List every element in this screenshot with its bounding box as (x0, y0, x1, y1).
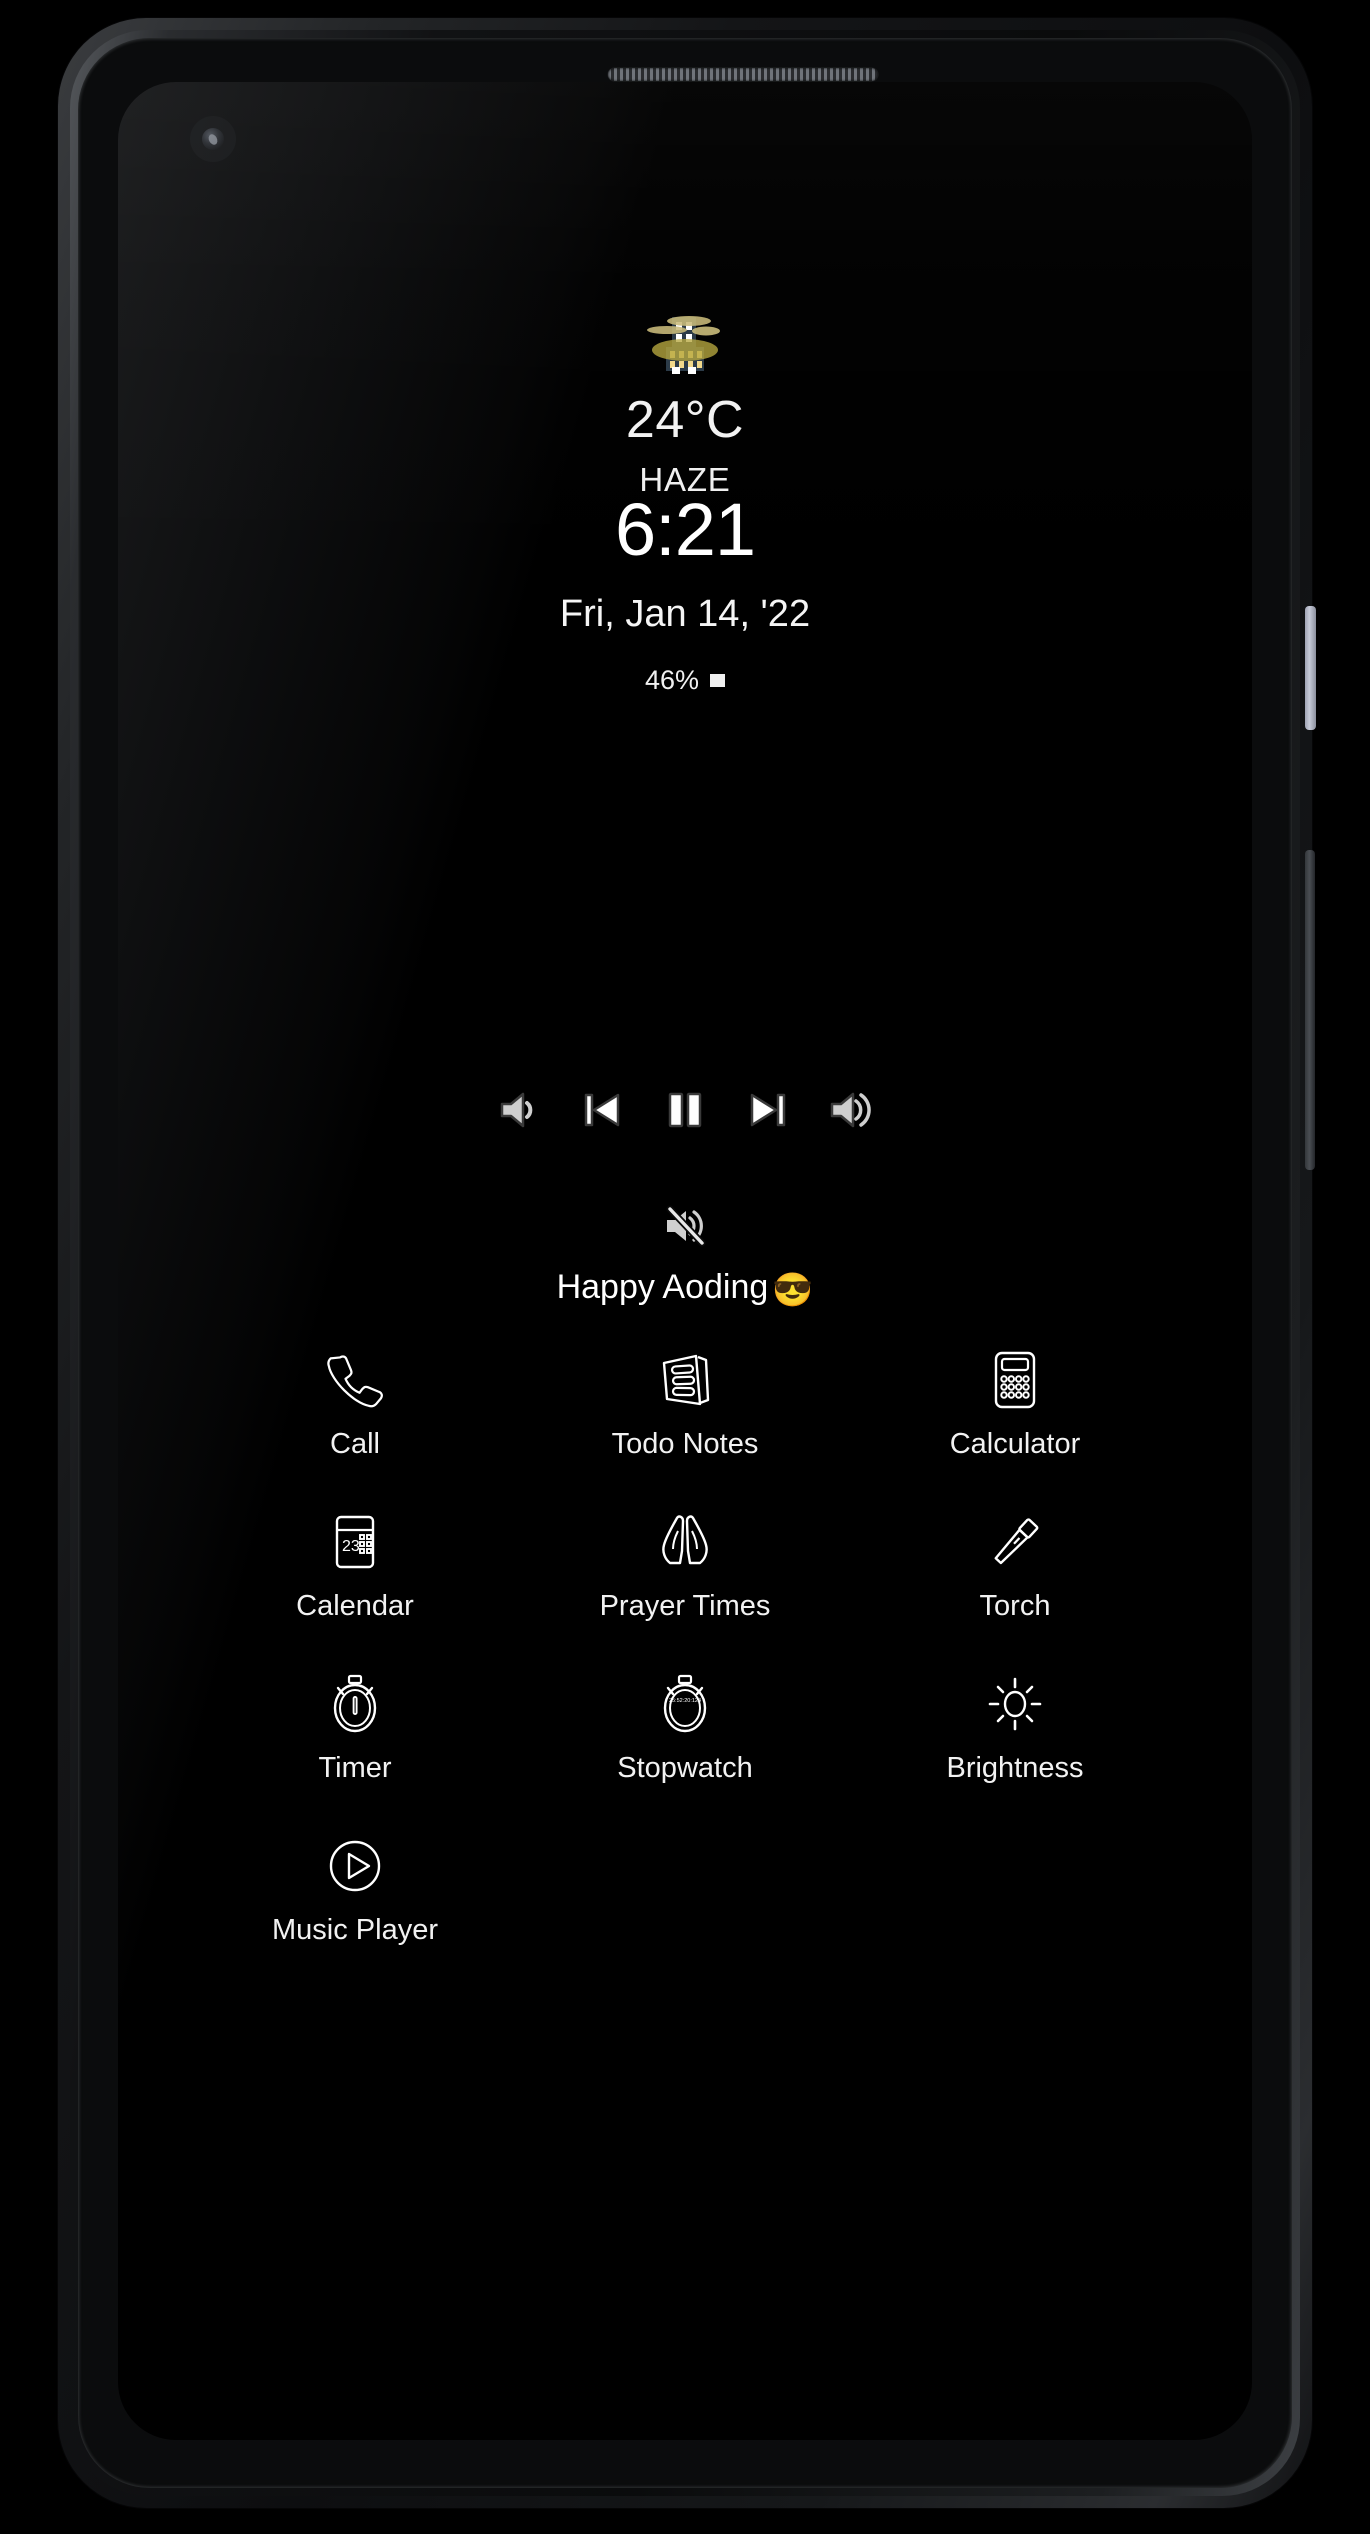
pause-icon (668, 1092, 702, 1128)
app-label: Music Player (272, 1914, 438, 1946)
punch-hole-camera-icon (190, 116, 236, 162)
calculator-icon (979, 1344, 1051, 1416)
clock-widget[interactable]: 6:21 Fri, Jan 14, '22 46% (118, 493, 1252, 694)
previous-track-button[interactable] (574, 1082, 630, 1138)
battery-low-icon (710, 674, 726, 687)
sun-icon (979, 1668, 1051, 1740)
camera-glint (206, 132, 220, 147)
battery-percent: 46% (644, 665, 700, 695)
skip-previous-icon (584, 1093, 620, 1127)
app-shortcut-call[interactable]: Call (190, 1344, 520, 1459)
next-track-button[interactable] (740, 1082, 796, 1138)
sunglasses-emoji-icon: 😎 (772, 1271, 814, 1308)
app-shortcut-music-player[interactable]: Music Player (190, 1830, 520, 1945)
app-label: Prayer Times (599, 1590, 771, 1622)
earpiece-speaker-icon (608, 68, 878, 81)
phone-device: 24°C HAZE 6:21 Fri, Jan 14, '22 46% Happ… (58, 18, 1316, 2508)
app-label: Calendar (296, 1590, 414, 1622)
skip-next-icon (750, 1093, 786, 1127)
launcher-content: 24°C HAZE 6:21 Fri, Jan 14, '22 46% Happ… (118, 82, 1252, 2440)
phone-icon (319, 1344, 391, 1416)
volume-rocker-button[interactable] (1305, 850, 1315, 1170)
greeting-label: Happy Aoding (556, 1268, 769, 1306)
pause-button[interactable] (657, 1082, 713, 1138)
app-shortcut-stopwatch[interactable]: 25:52:20:124 Stopwatch (520, 1668, 850, 1783)
app-label: Todo Notes (611, 1428, 759, 1460)
mute-row (118, 1202, 1252, 1250)
app-shortcut-timer[interactable]: Timer (190, 1668, 520, 1783)
play-circle-icon (319, 1830, 391, 1902)
app-label: Torch (979, 1590, 1051, 1622)
app-label: Timer (318, 1752, 392, 1784)
calendar-day-number: 23 (342, 1538, 360, 1555)
app-shortcut-grid: Call Todo Notes Calculator 23 Calendar P… (190, 1344, 1180, 1945)
app-label: Stopwatch (617, 1752, 753, 1784)
svg-text:25:52:20:124: 25:52:20:124 (669, 1698, 701, 1704)
volume-mute-icon (666, 1205, 706, 1247)
clock-time: 6:21 (614, 488, 756, 571)
volume-down-button[interactable] (491, 1082, 547, 1138)
app-label: Calculator (949, 1428, 1081, 1460)
weather-widget[interactable]: 24°C HAZE (118, 311, 1252, 496)
app-shortcut-calendar[interactable]: 23 Calendar (190, 1506, 520, 1621)
app-shortcut-calculator[interactable]: Calculator (850, 1344, 1180, 1459)
media-controls (118, 1082, 1252, 1138)
clock-date: Fri, Jan 14, '22 (559, 593, 811, 635)
stopwatch-icon: 25:52:20:124 (649, 1668, 721, 1740)
power-button[interactable] (1305, 606, 1316, 730)
weather-temperature: 24°C (625, 391, 745, 449)
flashlight-icon (979, 1506, 1051, 1578)
greeting-text: Happy Aoding 😎 (118, 1270, 1252, 1306)
volume-down-icon (500, 1092, 533, 1128)
volume-up-icon (830, 1092, 871, 1128)
notes-icon (649, 1344, 721, 1416)
app-label: Brightness (946, 1752, 1084, 1784)
app-shortcut-prayer-times[interactable]: Prayer Times (520, 1506, 850, 1621)
device-bezel: 24°C HAZE 6:21 Fri, Jan 14, '22 46% Happ… (78, 38, 1292, 2488)
app-shortcut-torch[interactable]: Torch (850, 1506, 1180, 1621)
praying-hands-icon (649, 1506, 721, 1578)
foggy-buildings-icon (647, 316, 720, 374)
volume-up-button[interactable] (823, 1082, 879, 1138)
battery-status: 46% (118, 667, 1252, 694)
mute-button[interactable] (659, 1202, 711, 1250)
app-shortcut-brightness[interactable]: Brightness (850, 1668, 1180, 1783)
phone-screen[interactable]: 24°C HAZE 6:21 Fri, Jan 14, '22 46% Happ… (118, 82, 1252, 2440)
calendar-icon: 23 (319, 1506, 391, 1578)
app-label: Call (330, 1428, 380, 1460)
timer-icon (319, 1668, 391, 1740)
app-shortcut-todo-notes[interactable]: Todo Notes (520, 1344, 850, 1459)
camera-lens (202, 128, 224, 150)
